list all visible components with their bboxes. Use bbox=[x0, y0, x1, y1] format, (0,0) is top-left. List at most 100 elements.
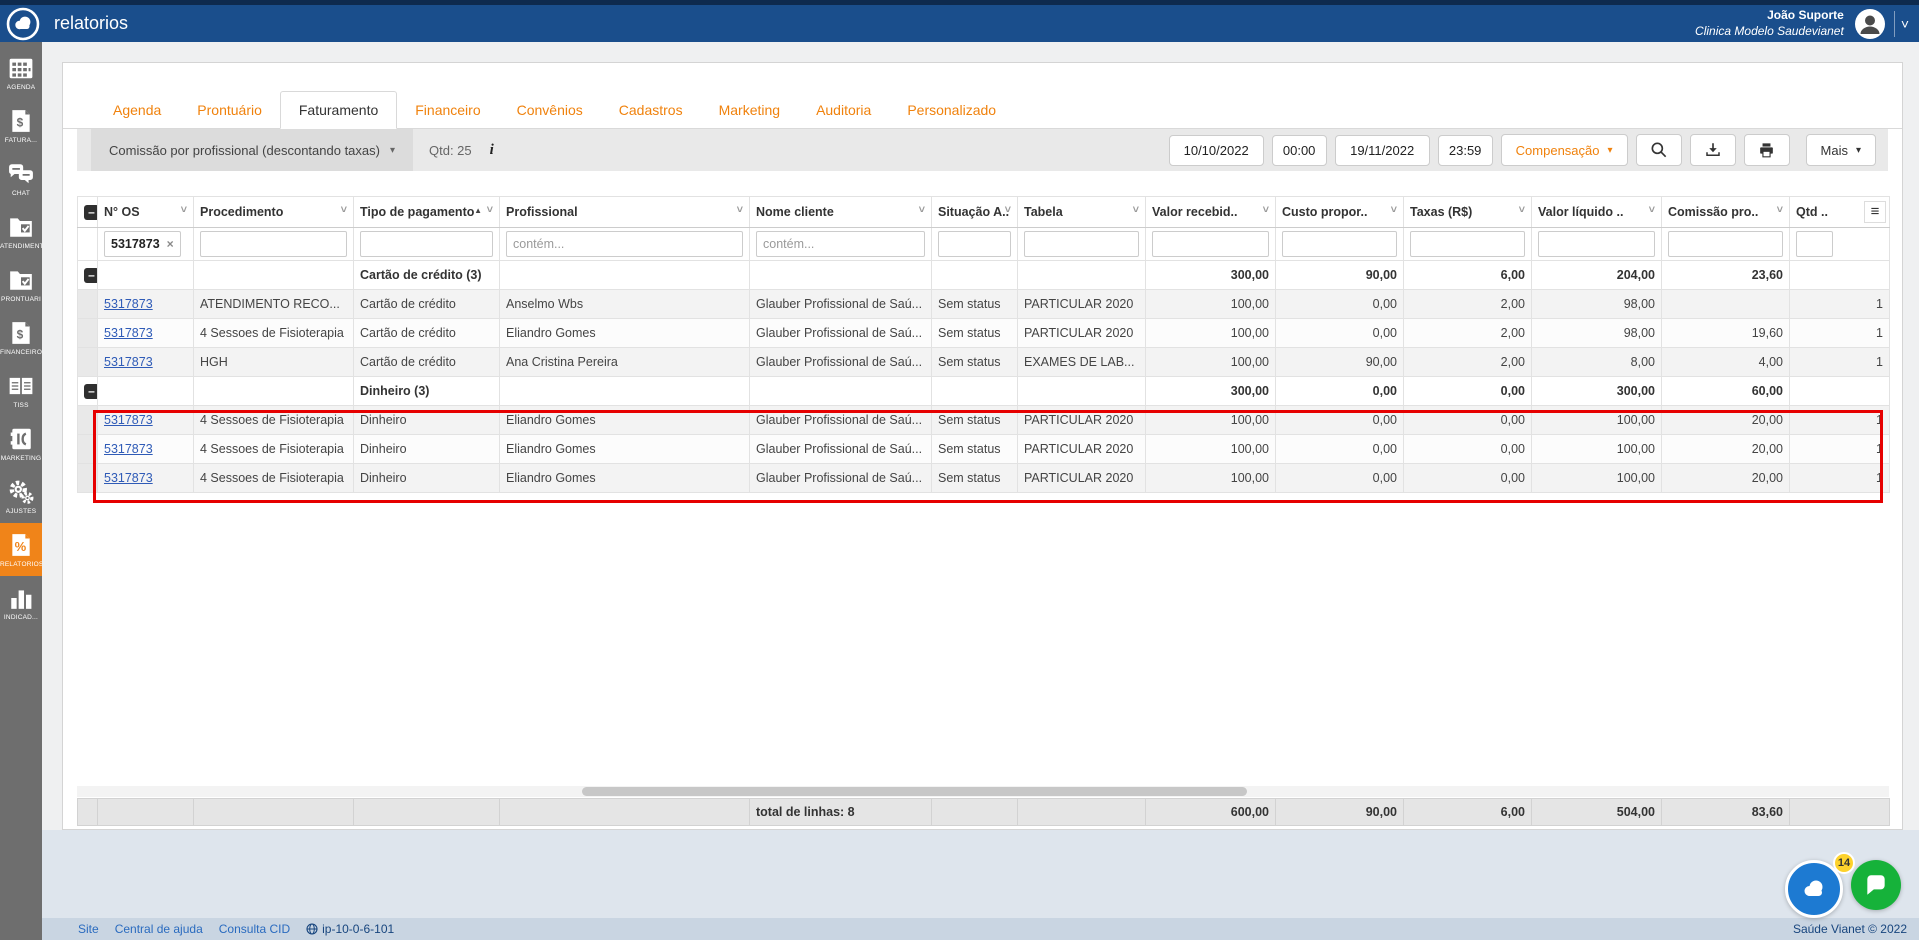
tab-marketing[interactable]: Marketing bbox=[701, 92, 798, 128]
os-link[interactable]: 5317873 bbox=[104, 326, 153, 340]
sidebar-item-indicad[interactable]: INDICAD... bbox=[0, 576, 42, 629]
tab-financeiro[interactable]: Financeiro bbox=[397, 92, 498, 128]
filter-input-comissao[interactable] bbox=[1668, 231, 1783, 257]
start-time-input[interactable] bbox=[1271, 134, 1327, 166]
filter-input-custo[interactable] bbox=[1282, 231, 1397, 257]
footer-link-site[interactable]: Site bbox=[78, 922, 99, 936]
columns-menu-button[interactable]: ≡ bbox=[1864, 201, 1886, 223]
os-link[interactable]: 5317873 bbox=[104, 442, 153, 456]
download-button[interactable] bbox=[1689, 134, 1736, 166]
filter-input-taxas[interactable] bbox=[1410, 231, 1525, 257]
chat-launcher-button[interactable] bbox=[1851, 860, 1901, 910]
avatar[interactable] bbox=[1854, 8, 1886, 40]
search-button[interactable] bbox=[1635, 134, 1682, 166]
report-table-container: – N° OS ˅ Procedimento ˅ Tipo de pagamento ▲ ˅ P… bbox=[77, 196, 1890, 503]
print-button[interactable] bbox=[1743, 134, 1790, 166]
start-date-input[interactable] bbox=[1168, 134, 1264, 166]
cell-tipo: Dinheiro bbox=[353, 463, 500, 493]
tab-conv-nios[interactable]: Convênios bbox=[499, 92, 601, 128]
filter-input-procedimento[interactable] bbox=[200, 231, 347, 257]
cell-tabela bbox=[1017, 260, 1146, 290]
sidebar-item-agenda[interactable]: AGENDA bbox=[0, 46, 42, 99]
sidebar-item-chat[interactable]: CHAT bbox=[0, 152, 42, 205]
footer-link-consulta-cid[interactable]: Consulta CID bbox=[219, 922, 290, 936]
total-cell-situacao bbox=[931, 798, 1018, 826]
end-time-input[interactable] bbox=[1437, 134, 1493, 166]
sidebar-item-relat-rios[interactable]: % RELATÓRIOS bbox=[0, 523, 42, 576]
column-header-taxas[interactable]: Taxas (R$) ˅ bbox=[1403, 196, 1532, 228]
filter-os-tag[interactable]: 5317873 × bbox=[104, 231, 181, 257]
cell-comissao: 19,60 bbox=[1661, 318, 1790, 348]
tab-cadastros[interactable]: Cadastros bbox=[601, 92, 701, 128]
report-type-select[interactable]: Comissão por profissional (descontando t… bbox=[91, 129, 413, 171]
os-link[interactable]: 5317873 bbox=[104, 297, 153, 311]
collapse-group-button[interactable]: – bbox=[84, 383, 97, 399]
cell-collapse bbox=[77, 463, 98, 493]
info-icon[interactable]: i bbox=[490, 142, 494, 159]
chevron-down-icon: ˅ bbox=[1776, 204, 1783, 216]
cell-tipo: Cartão de crédito bbox=[353, 347, 500, 377]
tab-personalizado[interactable]: Personalizado bbox=[889, 92, 1014, 128]
footer-link-central-de-ajuda[interactable]: Central de ajuda bbox=[115, 922, 203, 936]
sidebar-item-tiss[interactable]: TISS bbox=[0, 364, 42, 417]
group-row: – Cartão de crédito (3) 300,00 90,00 6,00 204… bbox=[77, 260, 1890, 290]
column-header-valor_liquido[interactable]: Valor líquido .. ˅ bbox=[1531, 196, 1662, 228]
collapse-all-button[interactable]: – bbox=[84, 204, 97, 220]
column-header-procedimento[interactable]: Procedimento ˅ bbox=[193, 196, 354, 228]
calendar-icon bbox=[8, 55, 34, 81]
filter-input-qtd[interactable] bbox=[1796, 231, 1833, 257]
column-header-tabela[interactable]: Tabela ˅ bbox=[1017, 196, 1146, 228]
filter-input-valor_recebido[interactable] bbox=[1152, 231, 1269, 257]
sidebar-item-fatura[interactable]: $ FATURA... bbox=[0, 99, 42, 152]
filter-input-valor_liquido[interactable] bbox=[1538, 231, 1655, 257]
tab-faturamento[interactable]: Faturamento bbox=[279, 91, 398, 129]
chevron-down-icon[interactable]: ˅ bbox=[1901, 16, 1909, 32]
header-row: – N° OS ˅ Procedimento ˅ Tipo de pagamento ▲ ˅ P… bbox=[77, 196, 1890, 228]
filter-input-situacao[interactable] bbox=[938, 231, 1011, 257]
sidebar-item-marketing[interactable]: MARKETING bbox=[0, 417, 42, 470]
column-header-qtd[interactable]: Qtd .. ≡ bbox=[1789, 196, 1890, 228]
chevron-down-icon: ˅ bbox=[1390, 204, 1397, 216]
cell-taxas: 0,00 bbox=[1403, 463, 1532, 493]
column-header-os[interactable]: N° OS ˅ bbox=[97, 196, 194, 228]
column-header-cliente[interactable]: Nome cliente ˅ bbox=[749, 196, 932, 228]
total-cell-qtd bbox=[1789, 798, 1890, 826]
user-menu[interactable]: João Suporte Clinica Modelo Saudevianet … bbox=[1695, 8, 1919, 40]
total-cell-tabela bbox=[1017, 798, 1146, 826]
sidebar-item-atendiment[interactable]: ATENDIMENT bbox=[0, 205, 42, 258]
cell-cliente: Glauber Profissional de Saú... bbox=[749, 463, 932, 493]
sidebar-item-financeiro[interactable]: $ FINANCEIRO bbox=[0, 311, 42, 364]
column-header-situacao[interactable]: Situação A.. ˅ bbox=[931, 196, 1018, 228]
collapse-group-button[interactable]: – bbox=[84, 267, 97, 283]
sidebar-item-ajustes[interactable]: AJUSTES bbox=[0, 470, 42, 523]
scrollbar-thumb[interactable] bbox=[582, 787, 1247, 796]
tab-auditoria[interactable]: Auditoria bbox=[798, 92, 889, 128]
cell-valor_liquido: 98,00 bbox=[1531, 318, 1662, 348]
os-link[interactable]: 5317873 bbox=[104, 471, 153, 485]
total-cell-os bbox=[97, 798, 194, 826]
tab-agenda[interactable]: Agenda bbox=[95, 92, 179, 128]
mais-dropdown-button[interactable]: Mais ▾ bbox=[1805, 134, 1876, 166]
user-organization: Clinica Modelo Saudevianet bbox=[1695, 23, 1844, 38]
end-date-input[interactable] bbox=[1334, 134, 1430, 166]
os-link[interactable]: 5317873 bbox=[104, 355, 153, 369]
filter-input-tabela[interactable] bbox=[1024, 231, 1139, 257]
filter-input-profissional[interactable] bbox=[506, 231, 743, 257]
column-header-tipo[interactable]: Tipo de pagamento ▲ ˅ bbox=[353, 196, 500, 228]
column-header-comissao[interactable]: Comissão pro.. ˅ bbox=[1661, 196, 1790, 228]
compensacao-dropdown-button[interactable]: Compensação ▾ bbox=[1500, 134, 1628, 166]
tab-prontu-rio[interactable]: Prontuário bbox=[179, 92, 280, 128]
horizontal-scrollbar[interactable] bbox=[77, 786, 1889, 797]
column-header-collapse[interactable]: – bbox=[77, 196, 98, 228]
filter-input-tipo[interactable] bbox=[360, 231, 493, 257]
column-label: Custo propor.. bbox=[1282, 205, 1368, 219]
column-label: N° OS bbox=[104, 205, 140, 219]
filter-input-cliente[interactable] bbox=[756, 231, 925, 257]
column-header-valor_recebido[interactable]: Valor recebid.. ˅ bbox=[1145, 196, 1276, 228]
clear-filter-icon[interactable]: × bbox=[167, 237, 174, 251]
column-header-profissional[interactable]: Profissional ˅ bbox=[499, 196, 750, 228]
column-header-custo[interactable]: Custo propor.. ˅ bbox=[1275, 196, 1404, 228]
os-link[interactable]: 5317873 bbox=[104, 413, 153, 427]
sidebar-item-prontu-ri[interactable]: PRONTUÁRI bbox=[0, 258, 42, 311]
server-ip: ip-10-0-6-101 bbox=[306, 922, 394, 936]
